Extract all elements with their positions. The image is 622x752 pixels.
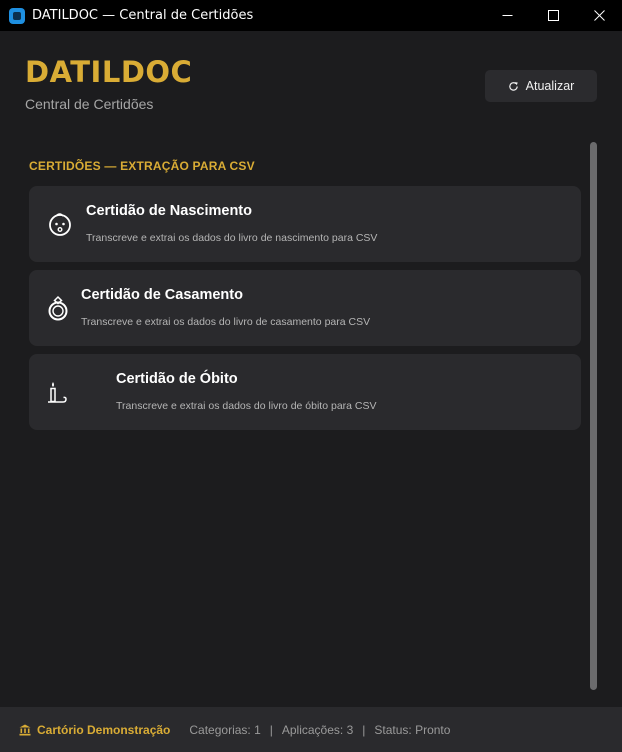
minimize-icon xyxy=(502,15,512,16)
card-title: Certidão de Óbito xyxy=(116,371,238,387)
refresh-icon xyxy=(508,81,518,91)
scrollbar-thumb[interactable] xyxy=(590,142,597,690)
bank-icon xyxy=(19,724,31,735)
refresh-label: Atualizar xyxy=(525,79,575,93)
separator: | xyxy=(269,722,273,737)
separator: | xyxy=(362,722,366,737)
candle-icon xyxy=(48,382,67,403)
window-titlebar[interactable]: DATILDOC — Central de Certidões xyxy=(0,0,622,31)
card-nascimento[interactable]: Certidão de Nascimento Transcreve e extr… xyxy=(29,186,581,262)
baby-face-icon xyxy=(49,213,71,236)
card-description: Transcreve e extrai os dados do livro de… xyxy=(116,400,377,412)
window-controls xyxy=(484,0,622,31)
close-icon xyxy=(593,10,605,21)
close-button[interactable] xyxy=(576,0,622,31)
window-title: DATILDOC — Central de Certidões xyxy=(32,8,254,23)
card-casamento[interactable]: Certidão de Casamento Transcreve e extra… xyxy=(29,270,581,346)
card-title: Certidão de Nascimento xyxy=(86,203,252,219)
categorias-count: Categorias: 1 xyxy=(189,722,261,737)
status-bar: Cartório Demonstração Categorias: 1 | Ap… xyxy=(0,707,622,752)
status-text: Status: Pronto xyxy=(374,722,451,737)
card-title: Certidão de Casamento xyxy=(81,287,243,303)
card-description: Transcreve e extrai os dados do livro de… xyxy=(81,316,371,328)
maximize-button[interactable] xyxy=(530,0,576,31)
refresh-button[interactable]: Atualizar xyxy=(485,70,597,102)
cartorio-name: Cartório Demonstração xyxy=(37,722,171,737)
maximize-icon xyxy=(547,10,559,21)
minimize-button[interactable] xyxy=(484,0,530,31)
app-icon xyxy=(9,7,25,24)
ring-icon xyxy=(48,295,68,321)
brand-title: DATILDOC xyxy=(25,55,193,89)
card-description: Transcreve e extrai os dados do livro de… xyxy=(86,232,378,244)
card-obito[interactable]: Certidão de Óbito Transcreve e extrai os… xyxy=(29,354,581,430)
section-title: CERTIDÕES — EXTRAÇÃO PARA CSV xyxy=(29,159,255,173)
aplicacoes-count: Aplicações: 3 xyxy=(281,722,354,737)
brand-subtitle: Central de Certidões xyxy=(25,96,154,112)
